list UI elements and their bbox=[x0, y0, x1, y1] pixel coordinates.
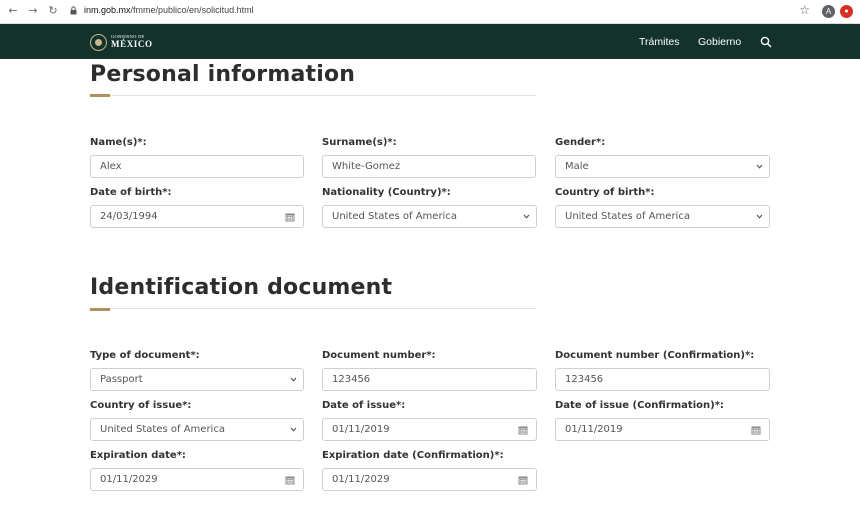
personal-accent-bar bbox=[90, 94, 110, 97]
date-issue-confirm-label: Date of issue (Confirmation)*: bbox=[555, 400, 724, 411]
doc-number-label: Document number*: bbox=[322, 350, 436, 361]
nav-gobierno[interactable]: Gobierno bbox=[698, 36, 741, 48]
surnames-input[interactable]: White-Gomez bbox=[322, 155, 536, 178]
calendar-icon[interactable] bbox=[518, 475, 528, 485]
expiration-label: Expiration date*: bbox=[90, 450, 186, 461]
nationality-label: Nationality (Country)*: bbox=[322, 187, 451, 198]
forward-icon[interactable]: → bbox=[26, 4, 40, 18]
doc-type-label: Type of document*: bbox=[90, 350, 200, 361]
doc-number-input[interactable]: 123456 bbox=[322, 368, 537, 391]
expiration-confirm-label: Expiration date (Confirmation)*: bbox=[322, 450, 504, 461]
lock-icon bbox=[70, 6, 77, 15]
names-label: Name(s)*: bbox=[90, 137, 147, 148]
date-issue-confirm-input[interactable]: 01/11/2019 bbox=[555, 418, 770, 441]
nav-tramites[interactable]: Trámites bbox=[639, 36, 679, 48]
expiration-confirm-input[interactable]: 01/11/2029 bbox=[322, 468, 537, 491]
browser-toolbar: ← → ↻ inm.gob.mx/fmme/publico/en/solicit… bbox=[0, 0, 860, 24]
calendar-icon[interactable] bbox=[285, 212, 295, 222]
surnames-label: Surname(s)*: bbox=[322, 137, 397, 148]
date-issue-label: Date of issue*: bbox=[322, 400, 406, 411]
gender-label: Gender*: bbox=[555, 137, 606, 148]
chevron-down-icon bbox=[756, 214, 763, 219]
gobierno-logo[interactable]: GOBIERNO DE MÉXICO bbox=[90, 32, 153, 52]
dob-label: Date of birth*: bbox=[90, 187, 172, 198]
personal-divider bbox=[90, 95, 536, 96]
doc-number-confirm-label: Document number (Confirmation)*: bbox=[555, 350, 755, 361]
reload-icon[interactable]: ↻ bbox=[46, 4, 60, 18]
gender-select[interactable]: Male bbox=[555, 155, 770, 178]
extension-icon[interactable]: ● bbox=[840, 5, 853, 18]
calendar-icon[interactable] bbox=[751, 425, 761, 435]
date-issue-input[interactable]: 01/11/2019 bbox=[322, 418, 537, 441]
profile-avatar[interactable]: A bbox=[822, 5, 835, 18]
calendar-icon[interactable] bbox=[285, 475, 295, 485]
back-icon[interactable]: ← bbox=[6, 4, 20, 18]
personal-info-heading: Personal information bbox=[90, 62, 356, 87]
bookmark-star-icon[interactable]: ☆ bbox=[799, 3, 810, 17]
identification-accent-bar bbox=[90, 308, 110, 311]
url-path: /fmme/publico/en/solicitud.html bbox=[130, 5, 254, 15]
logo-big-text: MÉXICO bbox=[111, 38, 153, 49]
address-bar[interactable]: inm.gob.mx/fmme/publico/en/solicitud.htm… bbox=[84, 5, 254, 15]
emblem-icon bbox=[90, 33, 107, 51]
expiration-input[interactable]: 01/11/2029 bbox=[90, 468, 304, 491]
chevron-down-icon bbox=[290, 377, 297, 382]
identification-divider bbox=[90, 308, 536, 309]
dob-input[interactable]: 24/03/1994 bbox=[90, 205, 304, 228]
identification-heading: Identification document bbox=[90, 275, 393, 300]
country-birth-select[interactable]: United States of America bbox=[555, 205, 770, 228]
doc-number-confirm-input[interactable]: 123456 bbox=[555, 368, 770, 391]
country-issue-select[interactable]: United States of America bbox=[90, 418, 304, 441]
site-header: GOBIERNO DE MÉXICO Trámites Gobierno bbox=[0, 24, 860, 59]
nationality-select[interactable]: United States of America bbox=[322, 205, 537, 228]
url-host: inm.gob.mx bbox=[84, 5, 131, 15]
chevron-down-icon bbox=[290, 427, 297, 432]
country-birth-label: Country of birth*: bbox=[555, 187, 655, 198]
doc-type-select[interactable]: Passport bbox=[90, 368, 304, 391]
calendar-icon[interactable] bbox=[518, 425, 528, 435]
names-input[interactable]: Alex bbox=[90, 155, 304, 178]
chevron-down-icon bbox=[523, 214, 530, 219]
search-icon[interactable] bbox=[760, 36, 772, 48]
chevron-down-icon bbox=[756, 164, 763, 169]
country-issue-label: Country of issue*: bbox=[90, 400, 192, 411]
